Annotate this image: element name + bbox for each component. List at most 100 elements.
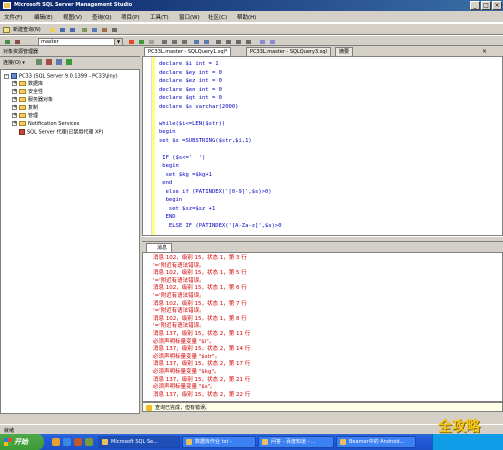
code-line: begin — [159, 197, 183, 203]
results-to-file-icon[interactable] — [180, 38, 189, 46]
tab-query3[interactable]: PC33L.master - SQLQuery3.sql — [246, 47, 331, 56]
menu-community[interactable]: 社区(C) — [208, 13, 227, 21]
tree-node-notification-services[interactable]: + Notification Services — [12, 121, 79, 128]
code-line: declare $i int = 1 — [159, 61, 219, 67]
tab-messages[interactable]: 消息 — [146, 243, 173, 252]
expand-icon[interactable]: + — [12, 121, 17, 126]
quicklaunch-app-icon[interactable] — [85, 438, 93, 446]
title-bar: Microsoft SQL Server Management Studio _… — [0, 0, 503, 11]
expand-icon[interactable]: + — [12, 97, 17, 102]
menu-window[interactable]: 窗口(W) — [179, 13, 200, 21]
change-marker — [152, 57, 155, 235]
toolbar-extra-icon[interactable] — [268, 38, 277, 46]
standard-toolbar: 新建查询(N) — [0, 23, 503, 35]
results-to-text-icon[interactable] — [160, 38, 169, 46]
collapse-icon[interactable]: - — [4, 73, 9, 79]
editor-gutter — [143, 57, 152, 235]
registered-servers-icon[interactable] — [90, 26, 99, 34]
save-all-icon[interactable] — [68, 26, 77, 34]
estimated-plan-icon[interactable] — [192, 38, 201, 46]
tree-node-security[interactable]: + 安全性 — [12, 89, 43, 96]
open-file-icon[interactable] — [48, 26, 57, 34]
results-to-grid-icon[interactable] — [170, 38, 179, 46]
tree-node-label: 安全性 — [28, 89, 44, 95]
database-combo[interactable]: master ▼ — [38, 38, 123, 46]
message-line: 必须声明标量变量 "$kg"。 — [153, 369, 220, 375]
quicklaunch-desktop-icon[interactable] — [63, 438, 71, 446]
tree-server-node[interactable]: - PC33 (SQL Server 9.0.1399 - PC33\jiny) — [4, 73, 118, 80]
object-explorer-title: 对象资源管理器 — [3, 49, 39, 55]
tree-node-replication[interactable]: + 复制 — [12, 105, 38, 112]
folder-icon — [19, 113, 26, 118]
tree-node-sql-agent[interactable]: SQL Server 代理(已禁用代理 XP) — [19, 129, 103, 136]
task-beamer-android[interactable]: Beamer中的 Android... — [336, 436, 416, 448]
menu-query[interactable]: 查询(Q) — [92, 13, 112, 21]
object-explorer-header: 对象资源管理器 — [0, 46, 140, 57]
menu-bar: 文件(F) 编辑(E) 视图(V) 查询(Q) 项目(P) 工具(T) 窗口(W… — [0, 11, 503, 23]
expand-icon[interactable]: + — [12, 89, 17, 94]
tab-summary[interactable]: 摘要 — [335, 47, 354, 56]
properties-icon[interactable] — [110, 26, 119, 34]
comment-icon[interactable] — [214, 38, 223, 46]
system-tray — [432, 434, 503, 450]
menu-help[interactable]: 帮助(H) — [237, 13, 256, 21]
code-line: declare $s varchar(2000) — [159, 103, 239, 110]
expand-icon[interactable]: + — [12, 81, 17, 86]
menu-view[interactable]: 视图(V) — [63, 13, 82, 21]
code-line: IF ($s<=' ') — [159, 154, 206, 161]
connect-icon[interactable] — [3, 38, 12, 46]
quicklaunch-ie-icon[interactable] — [52, 438, 60, 446]
menu-file[interactable]: 文件(F) — [4, 13, 22, 21]
disconnect-icon[interactable] — [13, 38, 22, 46]
database-combo-value: master — [41, 39, 59, 45]
code-line: declare $qt int = 0 — [159, 95, 222, 101]
app-icon — [3, 2, 11, 9]
task-sql-management-studio[interactable]: Microsoft SQL Se... — [98, 436, 180, 448]
save-icon[interactable] — [58, 26, 67, 34]
close-button[interactable]: × — [492, 1, 502, 10]
server-icon — [11, 73, 17, 79]
menu-edit[interactable]: 编辑(E) — [34, 13, 53, 21]
menu-project[interactable]: 项目(P) — [121, 13, 140, 21]
message-line: 必须声明标量变量 "$i"。 — [153, 338, 215, 345]
query-options-icon[interactable] — [202, 38, 211, 46]
cancel-query-icon[interactable] — [147, 38, 156, 46]
quicklaunch-media-icon[interactable] — [74, 438, 82, 446]
message-line: 消息 102，级别 15，状态 1，第 5 行 — [153, 270, 247, 277]
parse-icon[interactable] — [137, 38, 146, 46]
tree-node-server-objects[interactable]: + 服务器对象 — [12, 97, 53, 104]
decrease-indent-icon[interactable] — [234, 38, 243, 46]
new-query-button[interactable]: 新建查询(N) — [3, 26, 41, 34]
message-line: '='附近有语法错误。 — [153, 262, 205, 269]
close-tab-icon[interactable]: × — [482, 48, 487, 55]
increase-indent-icon[interactable] — [244, 38, 253, 46]
expand-icon[interactable]: + — [12, 113, 17, 118]
tree-node-label: SQL Server 代理(已禁用代理 XP) — [27, 129, 104, 136]
specify-values-icon[interactable] — [258, 38, 267, 46]
object-explorer-icon[interactable] — [80, 26, 89, 34]
sql-editor[interactable]: declare $i int = 1 declare $ey int = 0 dec… — [142, 56, 503, 236]
template-explorer-icon[interactable] — [100, 26, 109, 34]
filter-icon[interactable] — [56, 59, 62, 65]
uncomment-icon[interactable] — [224, 38, 233, 46]
task-database-homework[interactable]: 数据库作业 txt - — [182, 436, 256, 448]
message-line: 消息 102，级别 15，状态 1，第 7 行 — [153, 300, 247, 307]
folder-icon — [19, 105, 26, 110]
refresh-icon[interactable] — [66, 59, 72, 65]
stop-icon[interactable] — [46, 59, 52, 65]
maximize-button[interactable]: □ — [481, 1, 491, 10]
expand-icon[interactable]: + — [12, 105, 17, 110]
folder-icon — [19, 121, 26, 126]
execute-icon[interactable] — [127, 38, 136, 46]
message-line: '='附近有语法错误。 — [153, 323, 205, 330]
tree-node-databases[interactable]: + 数据库 — [12, 81, 43, 88]
connect-dropdown[interactable]: 连接(O) ▾ — [3, 59, 25, 66]
disconnect-icon[interactable] — [36, 59, 42, 65]
minimize-button[interactable]: _ — [470, 1, 480, 10]
task-baidu-zhidao[interactable]: 问答 - 百度知道 - ... — [258, 436, 334, 448]
tab-query1[interactable]: PC33L.master - SQLQuery1.sql* — [144, 47, 232, 56]
message-line: 消息 137，级别 15，状态 2，第 21 行 — [153, 376, 251, 383]
tree-node-management[interactable]: + 管理 — [12, 113, 38, 120]
menu-tools[interactable]: 工具(T) — [150, 13, 169, 21]
start-button[interactable]: 开始 — [0, 434, 44, 450]
